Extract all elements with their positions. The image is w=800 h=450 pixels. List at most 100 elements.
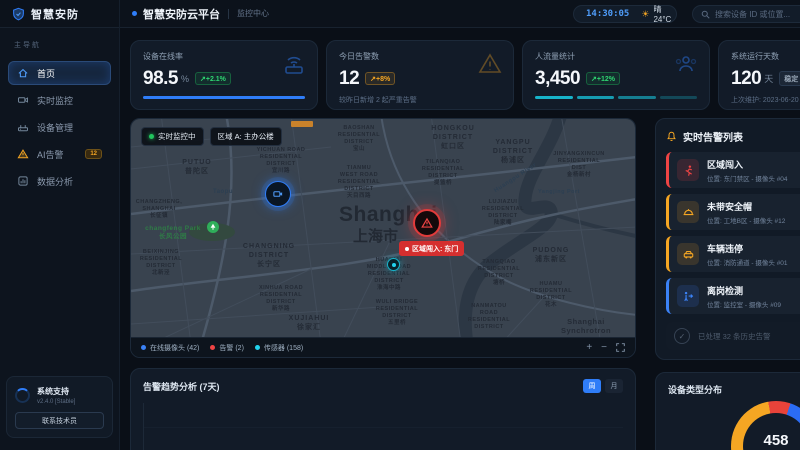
status-badge: 稳定 — [779, 71, 800, 86]
alert-marker[interactable] — [413, 209, 441, 237]
trend-chart-area — [143, 403, 623, 450]
alert-item-2[interactable]: 车辆违停 位置: 消防通道 - 摄像头 #01 — [666, 236, 800, 272]
legend-dot-2 — [255, 345, 260, 350]
map-label: BAOSHAN RESIDENTIAL DISTRICT 宝山 — [338, 125, 380, 153]
alert-item-3[interactable]: 离岗检测 位置: 监控室 - 摄像头 #09 — [666, 278, 800, 314]
sidebar-item-data-analytics[interactable]: 数据分析 — [8, 169, 111, 193]
stat-card-uptime-days: 系统运行天数 120 天 稳定 上次维护: 2023-06-20 — [718, 40, 800, 110]
smart-security-dashboard: 智慧安防 智慧安防云平台 监控中心 14:30:05 ☀ 晴 24°C — [0, 0, 800, 450]
map-card: Shanghai 上海市 PUTUO 普陀区 YICHUAN ROAD RESI… — [130, 118, 636, 358]
alert-triangle-icon — [421, 217, 433, 229]
city-label-zh: 上海市 — [353, 225, 398, 246]
car-icon — [677, 243, 699, 265]
stat-card-today-alerts: 今日告警数 12 ↗+8% 较昨日新增 2 起严重告警 — [326, 40, 514, 110]
legend-item-cameras: 在线摄像头 (42) — [141, 343, 199, 353]
title-dot-icon — [132, 11, 137, 16]
camera-marker[interactable] — [265, 181, 291, 207]
stat-card-online-rate: 设备在线率 98.5 % ↗+2.1% — [130, 40, 318, 110]
map-label: CHANGNING DISTRICT 长宁区 — [243, 243, 295, 269]
sensor-marker[interactable] — [387, 258, 400, 271]
sidebar-item-live-monitor[interactable]: 实时监控 — [8, 88, 111, 112]
sun-icon: ☀ — [641, 10, 649, 19]
helmet-icon — [677, 201, 699, 223]
stats-row: 设备在线率 98.5 % ↗+2.1% 今日告警数 12 ↗+8% 较昨日新增 … — [130, 40, 800, 110]
park-icon — [207, 221, 219, 233]
logo: 智慧安防 — [0, 0, 120, 28]
history-processed-row[interactable]: ✓ 已处理 32 条历史告警 — [666, 322, 800, 350]
router-icon — [17, 121, 29, 133]
distribution-title: 设备类型分布 — [668, 383, 800, 396]
alerts-panel: 实时告警列表 区域闯入 位置: 东门禁区 - 摄像头 #04 未带安全帽 位置:… — [655, 118, 800, 360]
fullscreen-button[interactable] — [616, 343, 625, 352]
clock-time: 14:30:05 — [586, 9, 629, 19]
traffic-segment-bars — [535, 96, 697, 99]
intrusion-icon — [677, 159, 699, 181]
sidebar-item-home[interactable]: 首页 — [8, 61, 111, 85]
nav-section-label: 主导航 — [0, 28, 119, 58]
video-camera-icon — [17, 94, 29, 106]
road-shield-badge — [291, 121, 313, 127]
support-logo-icon — [15, 388, 30, 403]
map-label: YANGPU DISTRICT 杨浦区 — [493, 139, 533, 165]
zoom-in-button[interactable]: + — [586, 343, 592, 353]
alert-count-badge: 12 — [85, 149, 102, 159]
online-rate-progressbar — [143, 96, 305, 99]
legend-dot-0 — [141, 345, 146, 350]
zoom-out-button[interactable]: − — [601, 343, 607, 353]
device-total: 458 — [763, 433, 788, 448]
device-donut: 458 总设备数 — [731, 401, 800, 450]
wifi-router-icon — [281, 51, 307, 77]
map-label: HONGKOU DISTRICT 虹口区 — [431, 125, 475, 151]
topbar: 智慧安防 智慧安防云平台 监控中心 14:30:05 ☀ 晴 24°C — [0, 0, 800, 28]
bar-chart-icon — [17, 175, 29, 187]
map-label: PUDONG 浦东新区 — [533, 247, 570, 265]
trend-title: 告警趋势分析 (7天) — [143, 380, 220, 393]
sidebar-item-ai-alerts[interactable]: AI告警 12 — [8, 142, 111, 166]
map-label: CHANGZHENG, SHANGHAI 长征镇 — [136, 199, 182, 220]
zone-badge[interactable]: 区域 A: 主办公楼 — [210, 127, 282, 146]
map-label: TANGQIAO RESIDENTIAL DISTRICT 塘桥 — [478, 259, 520, 287]
warning-triangle-icon — [477, 51, 503, 77]
map-label: Taopu — [213, 189, 233, 197]
device-distribution-card: 设备类型分布 458 总设备数 — [655, 372, 800, 450]
map-label: WULI BRIDGE RESIDENTIAL DISTRICT 五里桥 — [376, 299, 418, 327]
person-leave-icon — [677, 285, 699, 307]
stat-value: 120 — [731, 69, 761, 88]
contact-support-button[interactable]: 联系技术员 — [15, 412, 104, 429]
sidebar-item-label: 数据分析 — [37, 175, 73, 188]
port-label: Yangjing Port — [538, 189, 580, 196]
dot-icon — [405, 247, 409, 251]
map-label: XUJIAHUI 徐家汇 — [289, 315, 330, 333]
weather-text: 晴 24°C — [653, 4, 671, 24]
map-label: LUJIAZUI RESIDENTIAL DISTRICT 陆家嘴 — [482, 199, 524, 227]
city-map[interactable]: Shanghai 上海市 PUTUO 普陀区 YICHUAN ROAD RESI… — [131, 119, 635, 337]
alert-trend-card: 告警趋势分析 (7天) 周 月 — [130, 368, 636, 450]
trend-badge: ↗+8% — [365, 72, 395, 85]
stat-card-foot-traffic: 人流量统计 3,450 ↗+12% — [522, 40, 710, 110]
tab-week[interactable]: 周 — [583, 379, 601, 393]
facility-label: Shanghai Synchrotron Radiation Facility — [561, 317, 611, 337]
live-status-badge: 实时监控中 — [141, 127, 204, 146]
sidebar-item-label: 设备管理 — [37, 121, 73, 134]
alert-item-1[interactable]: 未带安全帽 位置: 工地B区 - 摄像头 #12 — [666, 194, 800, 230]
map-label: HUAMU RESIDENTIAL DISTRICT 花木 — [530, 281, 572, 309]
stat-value: 12 — [339, 69, 359, 88]
support-version: v2.4.0 [Stable] — [37, 399, 75, 405]
shield-icon — [12, 7, 25, 21]
logo-text: 智慧安防 — [31, 6, 79, 22]
home-icon — [17, 67, 29, 79]
stat-note: 较昨日新增 2 起严重告警 — [339, 95, 501, 105]
sidebar-item-device-management[interactable]: 设备管理 — [8, 115, 111, 139]
bell-icon — [666, 131, 677, 142]
map-label: TIANMU WEST ROAD RESIDENTIAL DISTRICT 天目… — [338, 165, 380, 199]
tab-month[interactable]: 月 — [605, 379, 623, 393]
map-label: TILANQIAO RESIDENTIAL DISTRICT 提篮桥 — [422, 159, 464, 187]
alert-item-0[interactable]: 区域闯入 位置: 东门禁区 - 摄像头 #04 — [666, 152, 800, 188]
map-label: XINHUA ROAD RESIDENTIAL DISTRICT 新华路 — [259, 285, 303, 313]
legend-item-alerts: 告警 (2) — [210, 343, 244, 353]
park-label: changfeng Park 长风公园 — [145, 225, 201, 241]
search-input[interactable] — [715, 10, 800, 19]
search-icon — [701, 10, 710, 19]
search-box[interactable] — [692, 5, 800, 23]
map-label: NANMATOU ROAD RESIDENTIAL DISTRICT — [468, 303, 510, 331]
